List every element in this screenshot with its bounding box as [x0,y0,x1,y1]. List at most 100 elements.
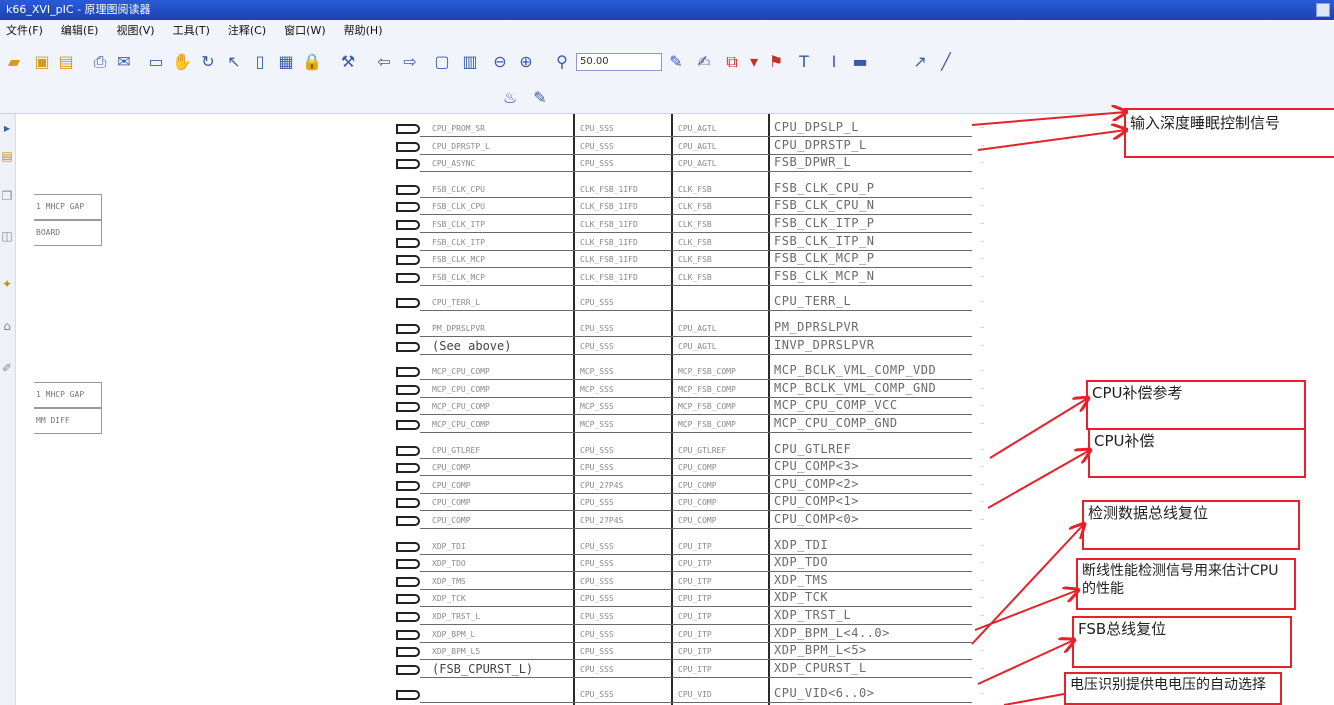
note-icon[interactable]: ▬ [850,52,870,72]
image-icon[interactable]: ▦ [276,52,296,72]
annotation-box[interactable]: FSB总线复位 [1072,616,1292,668]
physical-rule: CLK_FSB_1IFD [580,202,638,212]
annotation-box[interactable]: 断线性能检测信号用来估计CPU的性能 [1076,558,1296,610]
screen-icon[interactable]: ▭ [146,52,166,72]
layers-icon[interactable]: ◫ [0,228,14,244]
physical-rule: CPU_SSS [580,124,614,133]
bookmark-icon[interactable]: ❐ [0,188,14,204]
attach-icon[interactable]: ⧉ [722,52,742,72]
page-thumbnail[interactable]: 1 MHCP GAP [34,382,102,408]
connector-symbol [396,141,420,152]
spacing-rule: CPU_ITP [678,629,712,639]
signal-name: PM_DPRSLPVR [432,324,485,333]
annotation-box[interactable]: 输入深度睡眠控制信号 [1124,108,1334,158]
select-icon[interactable]: ↖ [224,52,244,72]
page-ref-marker: ·· [980,220,985,228]
page-ref-marker: ·· [980,594,985,603]
annotation-box[interactable]: CPU补偿 [1088,428,1306,478]
annotation-box[interactable]: 检测数据总线复位 [1082,500,1300,550]
window-control-button[interactable] [1316,3,1330,17]
spacing-rule: CPU_AGTL [678,141,717,151]
sign-icon[interactable]: ✎ [530,88,550,108]
menu-edit[interactable]: 编辑(E) [61,20,99,42]
line-draw-icon[interactable]: ╱ [936,52,956,72]
connector-symbol [396,159,420,170]
spacing-rule: CPU_ITP [678,576,712,586]
spacing-rule: CPU_ITP [678,664,712,674]
zoom-input[interactable]: 50.00 [576,53,662,71]
expand-icon[interactable]: ▸ [0,120,14,136]
net-name: XDP_BPM_L<5> [774,643,867,658]
signal-name: FSB_CLK_MCP [432,272,485,282]
page-thumbnail[interactable]: BOARD [34,220,102,246]
flame-icon[interactable]: ♨ [500,88,520,108]
connector-symbol [396,341,420,352]
schematic-row: CPU_GTLREF CPU_SSS CPU_GTLREF CPU_GTLREF ·· [388,442,988,460]
hand-icon[interactable]: ✋ [172,52,192,72]
lock-icon[interactable]: 🔒 [302,52,322,72]
open-folder-icon[interactable]: ▰ [4,52,24,72]
pages-icon[interactable]: ▤ [0,148,14,164]
menu-window[interactable]: 窗口(W) [284,20,325,42]
net-name: FSB_CLK_MCP_N [774,268,875,283]
schematic-row: MCP_CPU_COMP MCP_SSS MCP_FSB_COMP MCP_BCLK_… [388,363,988,381]
physical-rule: CPU_SSS [580,541,614,551]
page-thumbnail[interactable]: 1 MHCP GAP [34,194,102,220]
menu-bar: 文件(F) 编辑(E) 视图(V) 工具(T) 注释(C) 窗口(W) 帮助(H… [0,20,1334,42]
net-name: CPU_DPRSTP_L [774,137,867,152]
arrow-draw-icon[interactable]: ↗ [910,52,930,72]
menu-view[interactable]: 视图(V) [116,20,154,42]
menu-tools[interactable]: 工具(T) [173,20,210,42]
signal-name: CPU_DPRSTP_L [432,141,490,151]
zoom-out-icon[interactable]: ⊖ [490,52,510,72]
flag-icon[interactable]: ⚑ [766,52,786,72]
rotate-icon[interactable]: ↻ [198,52,218,72]
physical-rule: MCP_SSS [580,402,614,412]
menu-comment[interactable]: 注释(C) [228,20,266,42]
menu-file[interactable]: 文件(F) [6,20,43,42]
fit-width-icon[interactable]: ▥ [460,52,480,72]
net-name: CPU_COMP<3> [774,459,859,474]
schematic-row: CPU_DPRSTP_L CPU_SSS CPU_AGTL CPU_DPRSTP_L ·… [388,138,988,156]
text-icon[interactable]: I [824,52,844,72]
title-bar: k66_XVI_pIC - 原理图阅读器 [0,0,1334,20]
annotation-box[interactable]: 电压识别提供电电压的自动选择 [1064,672,1282,705]
net-name: XDP_TCK [774,590,829,605]
physical-rule: CPU_SSS [580,463,614,473]
page-icon[interactable]: ▯ [250,52,270,72]
save-icon[interactable]: ▣ [32,52,52,72]
save-all-icon[interactable]: ▤ [56,52,76,72]
connector-symbol [396,629,420,640]
spacing-rule: CPU_ITP [678,541,712,551]
spacing-rule: CPU_VID [678,690,712,700]
attachment-icon[interactable]: ⌂ [0,318,14,334]
tag-icon[interactable]: ✦ [0,276,14,292]
schematic-row: CPU_TERR_L CPU_SSS CPU_TERR_L ·· [388,294,988,312]
page-thumbnail[interactable]: MM DIFF [34,408,102,434]
fit-page-icon[interactable]: ▢ [432,52,452,72]
arrow-left-icon[interactable]: ⇦ [374,52,394,72]
email-icon[interactable]: ✉ [114,52,134,72]
annotation-box[interactable]: CPU补偿参考 [1086,380,1306,430]
page-ref-marker: ·· [980,541,985,550]
markup-icon[interactable]: ▾ [744,52,764,72]
binoculars-icon[interactable]: ⚲ [552,52,572,72]
menu-help[interactable]: 帮助(H) [344,20,383,42]
net-name: FSB_CLK_ITP_N [774,233,875,248]
net-name: INVP_DPRSLPVR [774,337,875,352]
spacing-rule: CPU_COMP [678,516,717,525]
zoom-in-icon[interactable]: ⊕ [516,52,536,72]
signal-name: MCP_CPU_COMP [432,420,490,429]
schematic-row: CPU_ASYNC CPU_SSS CPU_AGTL FSB_DPWR_L ·· [388,155,988,173]
textbox-icon[interactable]: T [794,52,814,72]
highlighter-icon[interactable]: ✎ [666,52,686,72]
page-ref-marker: ·· [980,463,985,472]
physical-rule: CPU_SSS [580,324,614,333]
arrow-right-icon[interactable]: ⇨ [400,52,420,72]
schematic-row: XDP_TRST_L CPU_SSS CPU_ITP XDP_TRST_L ·· [388,608,988,626]
tools-icon[interactable]: ⚒ [338,52,358,72]
connector-symbol [396,255,420,266]
signature-icon[interactable]: ✐ [0,360,14,376]
print-icon[interactable]: ⎙ [90,52,110,72]
stamp-icon[interactable]: ✍ [694,52,714,72]
